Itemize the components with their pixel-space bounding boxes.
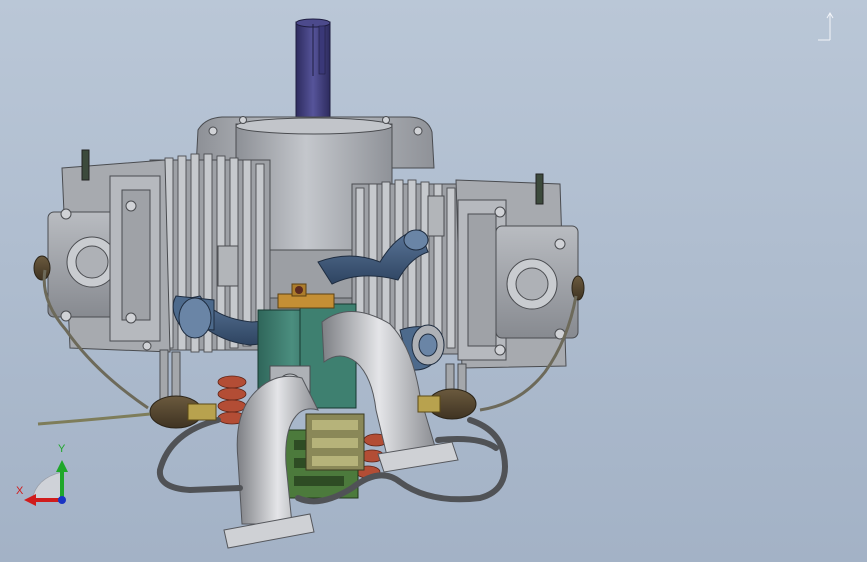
right-cylinder-head[interactable] [455,173,585,412]
engine-assembly-model[interactable] [0,0,867,562]
output-shaft[interactable] [295,18,331,128]
cad-graphics-area[interactable]: X Y [0,0,867,562]
triad-x-axis-label: X [16,485,24,497]
left-cylinder-head[interactable] [33,149,171,410]
reference-axis-indicator [818,12,834,41]
view-orientation-triad[interactable] [24,460,68,506]
triad-y-axis-label: Y [58,443,66,455]
